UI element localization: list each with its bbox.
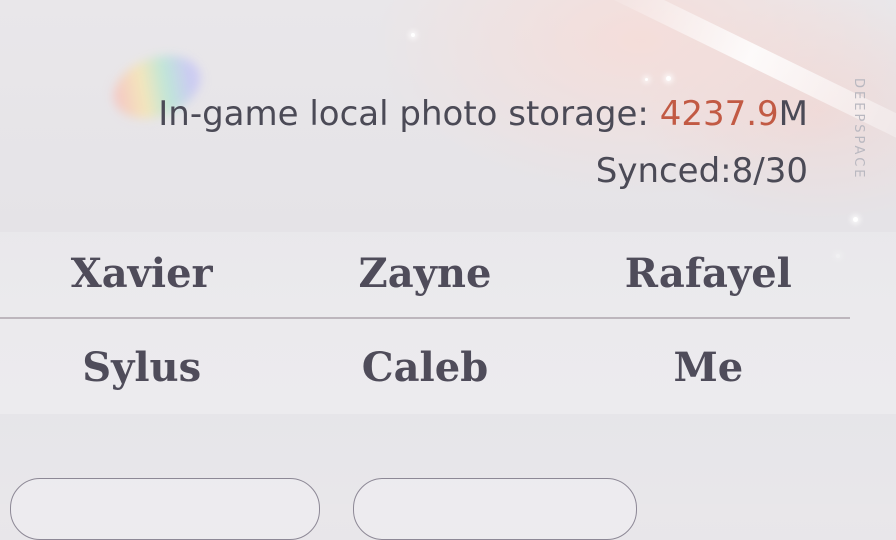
sparkle-icon: [645, 78, 648, 81]
deepspace-watermark: DEEPSPACE: [851, 78, 866, 181]
character-tab-sylus[interactable]: Sylus: [0, 344, 283, 391]
storage-value: 4237.9: [659, 94, 779, 134]
sparkle-icon: [411, 33, 415, 37]
row-divider: [0, 317, 850, 319]
bottom-left-button[interactable]: [10, 478, 320, 540]
sync-status: Synced:8/30: [595, 151, 808, 191]
character-row-2: Sylus Caleb Me: [0, 344, 850, 391]
character-tab-zayne[interactable]: Zayne: [283, 250, 566, 297]
storage-label: In-game local photo storage:: [158, 94, 660, 134]
storage-unit: M: [778, 94, 808, 134]
bottom-right-button[interactable]: [353, 478, 637, 540]
character-tab-caleb[interactable]: Caleb: [283, 344, 566, 391]
storage-info: In-game local photo storage: 4237.9M: [158, 94, 808, 134]
character-tab-me[interactable]: Me: [567, 344, 850, 391]
character-tab-rafayel[interactable]: Rafayel: [567, 250, 850, 297]
character-row-1: Xavier Zayne Rafayel: [0, 250, 850, 297]
sparkle-icon: [666, 76, 671, 81]
sparkle-icon: [853, 217, 858, 222]
character-tab-xavier[interactable]: Xavier: [0, 250, 283, 297]
